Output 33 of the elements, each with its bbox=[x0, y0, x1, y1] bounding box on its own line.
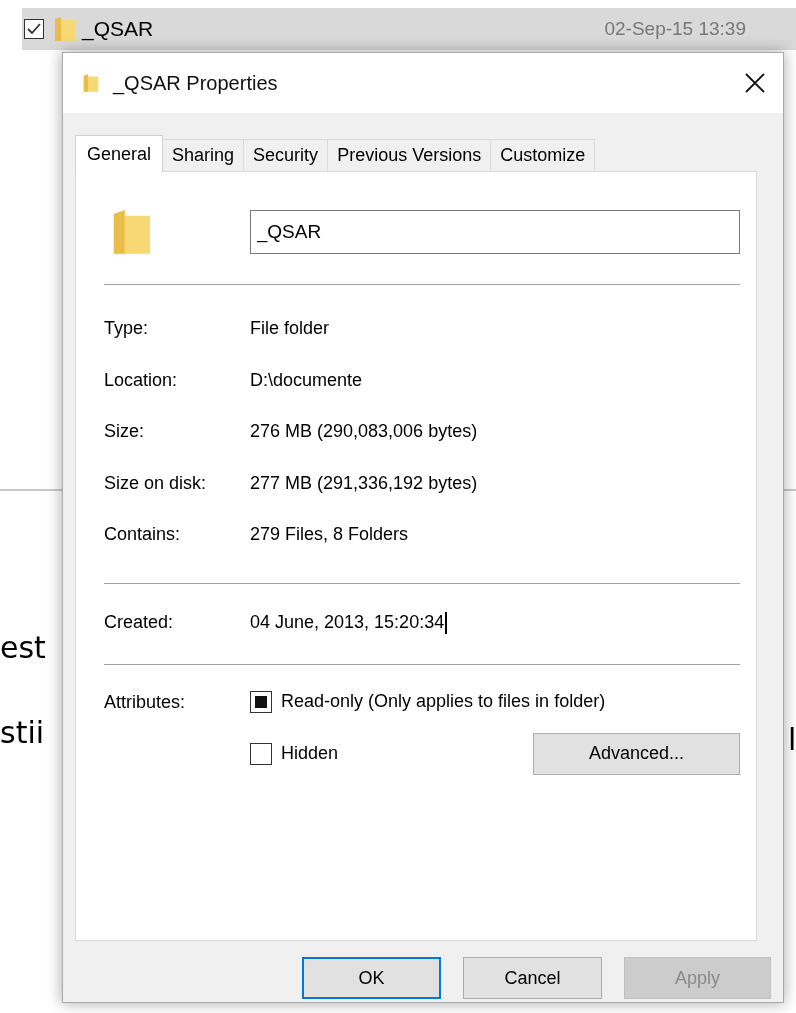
field-label: Attributes: bbox=[104, 690, 187, 714]
file-row[interactable]: _QSAR 02-Sep-15 13:39 bbox=[22, 8, 796, 50]
dialog-button[interactable]: Cancel bbox=[463, 957, 602, 999]
field-value: 277 MB (291,336,192 bytes) bbox=[250, 471, 479, 495]
folder-icon bbox=[54, 15, 76, 43]
advanced-button[interactable]: Advanced... bbox=[533, 732, 740, 775]
checkbox-label: Hidden bbox=[281, 743, 339, 764]
field-value: D:\documente bbox=[250, 368, 364, 392]
field-label: Size: bbox=[104, 420, 146, 443]
checkbox[interactable] bbox=[250, 742, 272, 765]
checkbox[interactable] bbox=[24, 19, 44, 39]
tab[interactable]: General bbox=[75, 135, 164, 172]
checkbox[interactable] bbox=[250, 690, 272, 713]
background-text: est bbox=[0, 630, 46, 665]
window-title: _QSAR Properties bbox=[113, 71, 278, 95]
tab[interactable]: Customize bbox=[490, 139, 596, 171]
date-modified: 02-Sep-15 13:39 bbox=[604, 18, 746, 40]
file-name: _QSAR bbox=[82, 17, 154, 41]
field-value: 04 June, 2013, 15:20:34 bbox=[250, 610, 448, 636]
field-label: Created: bbox=[104, 610, 175, 634]
folder-icon bbox=[83, 73, 99, 93]
field-value: 276 MB (290,083,006 bytes) bbox=[250, 420, 479, 443]
dialog-button[interactable]: OK bbox=[302, 957, 441, 999]
field-label: Size on disk: bbox=[104, 471, 208, 495]
field-label: Contains: bbox=[104, 523, 182, 546]
field-value: 279 Files, 8 Folders bbox=[250, 523, 410, 546]
background-text: l bbox=[788, 722, 796, 757]
checkbox-label: Read-only (Only applies to files in folder) bbox=[281, 691, 606, 712]
background-text: stii bbox=[0, 715, 46, 750]
field-label: Location: bbox=[104, 368, 179, 392]
field-value: File folder bbox=[250, 317, 331, 340]
name-field[interactable]: _QSAR bbox=[249, 210, 740, 254]
field-label: Type: bbox=[104, 317, 150, 340]
